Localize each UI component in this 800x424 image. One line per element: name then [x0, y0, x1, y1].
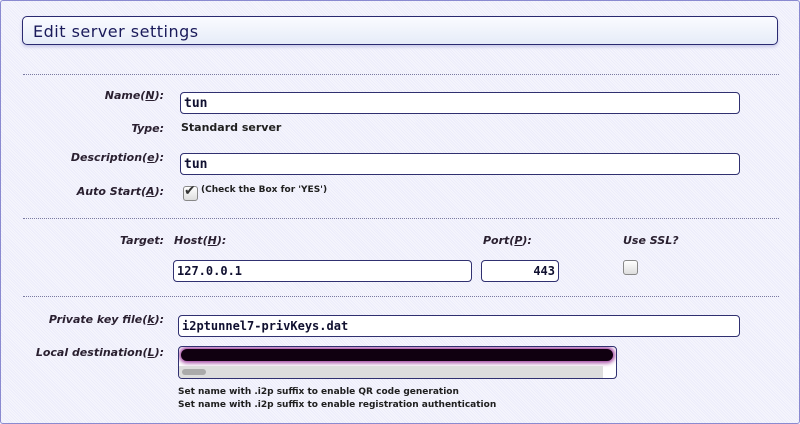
redacted-destination: [181, 349, 613, 361]
type-label: Type:: [131, 122, 164, 135]
hint-registration: Set name with .i2p suffix to enable regi…: [178, 400, 497, 410]
ssl-label: Use SSL?: [623, 234, 679, 247]
host-label: Host(H):: [174, 234, 227, 247]
auto-start-checkbox[interactable]: ✔: [183, 183, 198, 201]
divider: [23, 218, 779, 219]
hint-qr: Set name with .i2p suffix to enable QR c…: [178, 387, 459, 397]
type-value: Standard server: [181, 121, 282, 134]
private-key-input[interactable]: i2ptunnel7-privKeys.dat: [178, 315, 740, 337]
port-input[interactable]: 443: [481, 260, 559, 282]
local-destination-label: Local destination(L):: [35, 346, 164, 359]
description-input[interactable]: tun: [180, 153, 740, 175]
section-header: Edit server settings: [22, 16, 778, 45]
name-label: Name(N):: [104, 89, 164, 102]
scrollbar-thumb[interactable]: [182, 369, 206, 375]
divider: [23, 296, 779, 297]
local-destination-textarea[interactable]: [178, 346, 617, 379]
description-label: Description(e):: [70, 151, 164, 164]
auto-start-note: (Check the Box for 'YES'): [201, 185, 328, 195]
private-key-label: Private key file(k):: [48, 313, 164, 326]
checkmark-icon: ✔: [184, 183, 196, 199]
horizontal-scrollbar[interactable]: [179, 366, 603, 378]
host-input[interactable]: 127.0.0.1: [173, 260, 472, 282]
divider: [23, 74, 779, 75]
use-ssl-checkbox[interactable]: [623, 260, 638, 275]
target-label: Target:: [119, 234, 164, 247]
name-input[interactable]: tun: [180, 92, 740, 114]
page-title: Edit server settings: [33, 22, 199, 41]
auto-start-label: Auto Start(A):: [76, 185, 164, 198]
port-label: Port(P):: [483, 234, 532, 247]
